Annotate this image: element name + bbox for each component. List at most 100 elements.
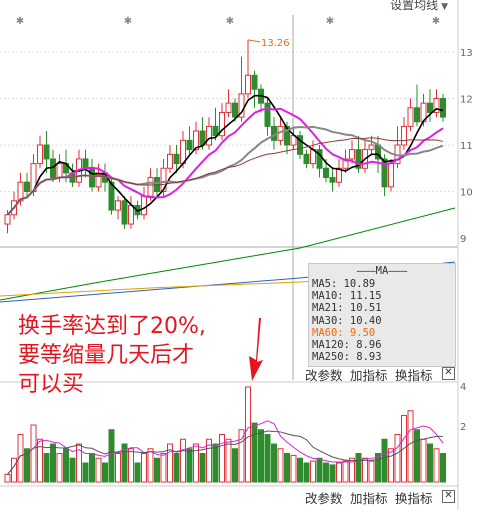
- star-marker: ✱: [16, 16, 24, 27]
- candle-body: [56, 163, 63, 179]
- ma-legend-row-ma30: MA30: 10.40: [312, 314, 382, 327]
- volume-bar: [238, 429, 245, 483]
- kline-svg[interactable]: ✱ ✱ ✱ ✱ ✱ 13 12 11 10 9 4 2 13.26: [0, 0, 488, 510]
- volume-indicator-toolbar: 改参数 加指标 换指标 ✕: [300, 488, 488, 507]
- price-axis-label: 11: [460, 141, 473, 152]
- volume-bar: [50, 443, 56, 483]
- candle-body: [245, 74, 251, 95]
- candle-body: [329, 177, 336, 183]
- candle-body: [24, 181, 30, 192]
- volume-bar: [414, 429, 420, 483]
- ma-settings-menu[interactable]: 设置均线 ▼: [390, 0, 448, 13]
- ma-legend-row-ma10: MA10: 11.15: [312, 290, 382, 303]
- candle-body: [232, 102, 238, 118]
- add-indicator-button[interactable]: 加指标: [350, 365, 388, 384]
- volume-bar: [433, 448, 440, 483]
- volume-bar: [303, 462, 310, 483]
- candle-body: [147, 177, 154, 197]
- volume-bar: [232, 448, 238, 483]
- candle-body: [37, 144, 43, 165]
- volume-bar: [212, 443, 219, 483]
- volume-bar: [69, 457, 76, 483]
- candle-body: [173, 153, 180, 165]
- volume-bar: [362, 457, 368, 483]
- volume-bar: [134, 462, 141, 483]
- volume-bar: [141, 453, 147, 483]
- close-icon[interactable]: ✕: [442, 490, 455, 503]
- candle-body: [115, 200, 121, 211]
- volume-axis-label: 2: [460, 422, 466, 433]
- red-arrow-icon: [249, 318, 263, 381]
- ma-legend-row-ma21: MA21: 10.51: [312, 302, 382, 315]
- volume-bar: [82, 462, 89, 483]
- volume-bar: [310, 460, 316, 483]
- star-marker: ✱: [124, 16, 132, 27]
- candle-body: [95, 172, 102, 188]
- ma-settings-label[interactable]: 设置均线: [390, 0, 438, 12]
- volume-bar: [11, 457, 17, 483]
- ma-legend-title: ———MA———: [356, 265, 408, 277]
- volume-bar: [186, 448, 193, 483]
- candle-body: [264, 102, 271, 127]
- close-icon[interactable]: ✕: [442, 367, 455, 380]
- volume-bar: [193, 443, 199, 483]
- volume-bar: [4, 473, 11, 483]
- candle-body: [349, 149, 355, 160]
- chevron-down-icon[interactable]: ▼: [441, 2, 448, 12]
- edit-params-button[interactable]: 改参数: [305, 488, 343, 507]
- candle-body: [167, 153, 173, 169]
- kline-chart[interactable]: ✱ ✱ ✱ ✱ ✱ 13 12 11 10 9 4 2 13.26: [0, 0, 488, 510]
- volume-bar: [420, 438, 427, 483]
- candle-body: [303, 153, 310, 165]
- star-marker: ✱: [226, 16, 234, 27]
- annotation-text: 换手率达到了20%, 要等缩量几天后才 可以买: [18, 312, 206, 399]
- main-indicator-toolbar: 改参数 加指标 换指标 ✕: [300, 365, 488, 384]
- peak-pointer: [247, 39, 261, 43]
- ma-legend-panel: ———MA——— MA5: 10.89 MA10: 11.15 MA21: 10.5…: [308, 263, 456, 367]
- star-marker: ✱: [432, 16, 440, 27]
- switch-indicator-button[interactable]: 换指标: [395, 488, 433, 507]
- volume-bar: [381, 438, 388, 483]
- volume-bar: [407, 410, 414, 483]
- volume-axis-label: 4: [460, 382, 466, 393]
- candle-body: [427, 102, 433, 113]
- edit-params-button[interactable]: 改参数: [305, 365, 343, 384]
- candle-body: [440, 98, 446, 118]
- volume-bar: [271, 443, 277, 483]
- star-marker: ✱: [326, 16, 334, 27]
- price-axis-label: 13: [460, 48, 473, 59]
- volume-bar: [251, 422, 258, 483]
- candle-body: [225, 102, 232, 113]
- volume-bar: [173, 453, 180, 483]
- ma-legend-row-ma5: MA5: 10.89: [312, 278, 376, 290]
- volume-bar: [297, 457, 303, 483]
- candle-body: [212, 125, 219, 137]
- volume-bar: [342, 460, 349, 483]
- ma-legend-row-ma60: MA60: 9.50: [312, 326, 376, 339]
- volume-bar: [355, 453, 362, 483]
- volume-bar: [323, 462, 329, 483]
- switch-indicator-button[interactable]: 换指标: [395, 365, 433, 384]
- price-axis-label: 12: [460, 95, 473, 106]
- annotation-line: 可以买: [18, 372, 85, 397]
- volume-bar: [440, 453, 446, 483]
- volume-bar: [95, 457, 102, 483]
- candle-body: [141, 195, 147, 216]
- volume-bar: [225, 438, 232, 483]
- volume-bar: [394, 434, 401, 483]
- volume-bar: [316, 457, 323, 483]
- add-indicator-button[interactable]: 加指标: [350, 488, 388, 507]
- annotation-line: 要等缩量几天后才: [18, 343, 195, 368]
- candle-body: [206, 125, 212, 146]
- candle-body: [43, 144, 50, 160]
- candle-body: [82, 158, 89, 169]
- volume-bar: [56, 453, 63, 483]
- price-axis-label: 9: [460, 234, 466, 245]
- volume-bar: [180, 438, 186, 483]
- candle-body: [128, 204, 134, 225]
- volume-bar: [154, 457, 160, 483]
- candle-body: [414, 107, 420, 123]
- ma-legend-row-ma120: MA120: 8.96: [312, 339, 382, 351]
- volume-bar: [37, 438, 43, 483]
- price-axis-label: 10: [460, 188, 473, 199]
